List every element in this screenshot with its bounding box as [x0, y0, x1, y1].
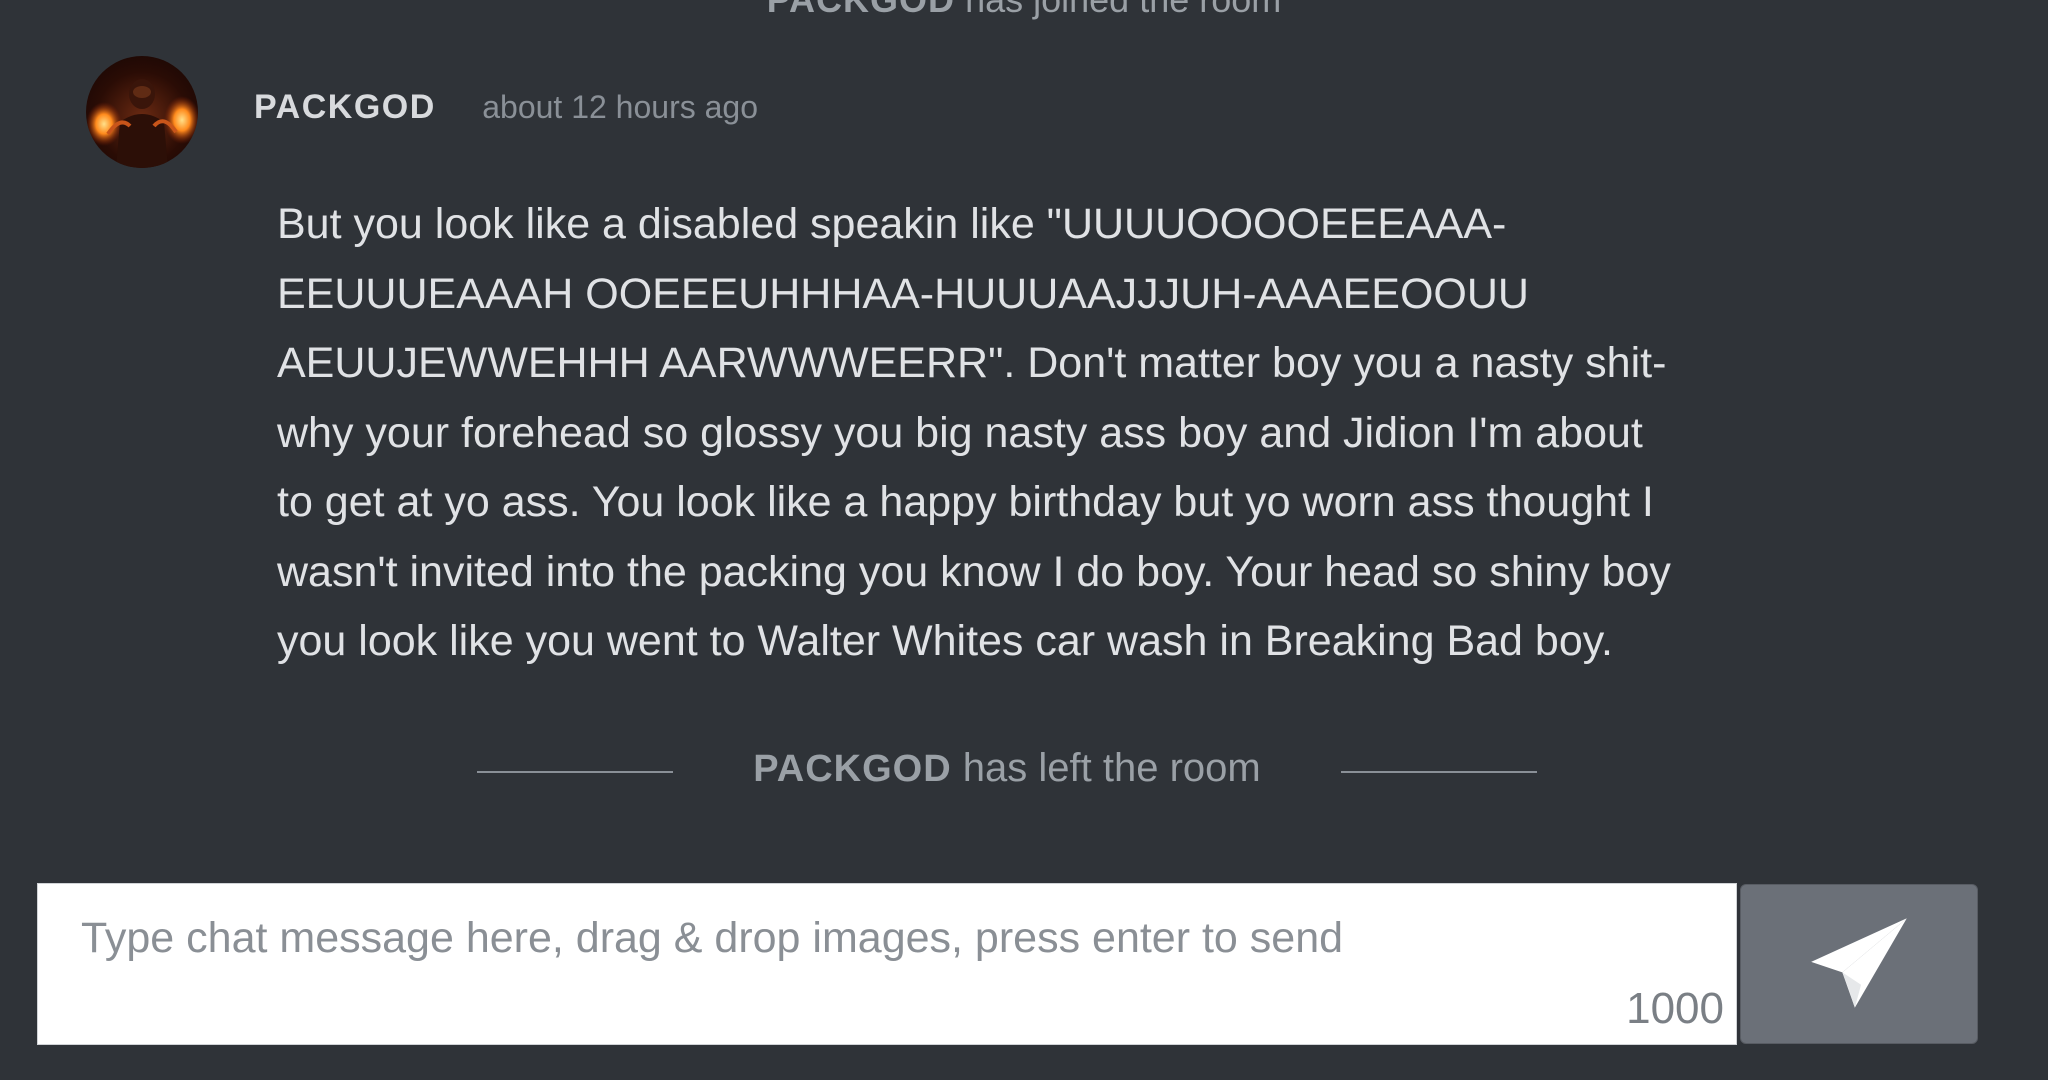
message-body: But you look like a disabled speakin lik…: [277, 190, 1847, 677]
joined-username: PACKGOD: [767, 0, 955, 20]
divider-line-right: [1341, 771, 1537, 773]
left-username: PACKGOD: [753, 748, 952, 790]
message-composer: 1000: [37, 883, 1737, 1045]
message-username[interactable]: PACKGOD: [254, 88, 436, 126]
message-timestamp: about 12 hours ago: [482, 89, 758, 125]
avatar-image: [86, 79, 198, 168]
paper-plane-icon: [1811, 918, 1907, 1008]
message-line: But you look like a disabled speakin lik…: [277, 200, 1507, 248]
joined-room-notice: PACKGOD has joined the room: [0, 0, 2048, 22]
message-line: you look like you went to Walter Whites …: [277, 617, 1614, 665]
message-line: AEUUJEWWEHHH AARWWWEERR". Don't matter b…: [277, 339, 1667, 387]
chat-window: PACKGOD has joined the room: [0, 0, 2048, 1080]
message-line: EEUUUEAAAH OOEEEUHHHAA-HUUUAAJJJUH-AAAEE…: [277, 269, 1529, 318]
chat-message-input[interactable]: [38, 884, 1736, 1044]
message-header: PACKGOD about 12 hours ago: [254, 88, 758, 127]
left-text: has left the room: [962, 746, 1261, 790]
send-button[interactable]: [1740, 884, 1978, 1044]
left-room-text: PACKGOD has left the room: [0, 746, 2014, 791]
avatar[interactable]: [86, 56, 198, 168]
left-room-notice: PACKGOD has left the room: [0, 740, 2048, 800]
message-line: to get at yo ass. You look like a happy …: [277, 478, 1654, 526]
character-counter: 1000: [1626, 984, 1724, 1033]
message-line: why your forehead so glossy you big nast…: [277, 408, 1643, 457]
message-line: wasn't invited into the packing you know…: [277, 547, 1671, 596]
joined-text: has joined the room: [965, 0, 1281, 20]
